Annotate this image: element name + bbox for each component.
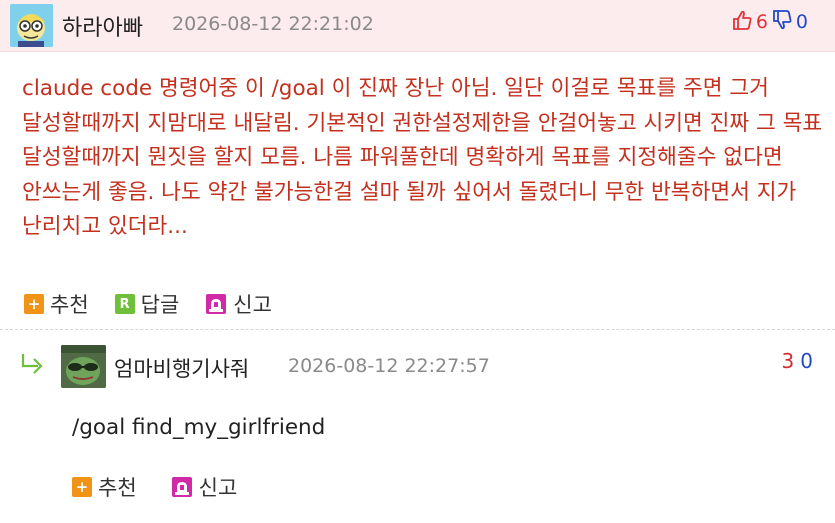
comment-header: 하라아빠 2026-08-12 22:21:02 6 0 [0,0,835,52]
avatar[interactable] [61,345,106,388]
reply-votes: 30 [782,349,813,373]
report-label: 신고 [198,476,238,500]
recommend-label: 추천 [98,476,137,500]
recommend-button[interactable]: + 추천 [72,472,137,502]
report-button[interactable]: 신고 [171,472,238,502]
reply-timestamp: 2026-08-12 22:27:57 [288,355,490,377]
comment-actions: + 추천 R 답글 신고 [24,289,298,319]
comment-body: claude code 명령어중 이 /goal 이 진짜 장난 아님. 일단 … [22,76,823,240]
reply-arrow-icon [20,352,46,378]
upvote-count: 6 [755,11,768,33]
plus-icon: + [72,477,92,497]
reply-label: 답글 [140,293,180,317]
recommend-button[interactable]: + 추천 [24,289,89,319]
thumbs-up-icon[interactable] [731,9,753,35]
reply-author[interactable]: 엄마비행기사줘 [114,353,249,383]
reply-body: /goal find_my_girlfriend [72,415,326,440]
reply-upvote-count: 3 [781,349,795,373]
thumbs-down-icon[interactable] [771,9,793,35]
reply-button[interactable]: R 답글 [114,289,180,319]
avatar[interactable] [10,4,53,47]
divider [0,329,835,330]
siren-icon [205,293,227,315]
comment-author[interactable]: 하라아빠 [62,10,143,42]
report-button[interactable]: 신고 [205,289,272,319]
reply-r-icon: R [114,294,135,314]
recommend-label: 추천 [50,293,89,317]
report-label: 신고 [233,293,272,317]
reply-downvote-count: 0 [800,349,813,373]
reply-actions: + 추천 신고 [72,472,263,502]
comment-timestamp: 2026-08-12 22:21:02 [172,13,374,35]
comment-votes: 6 0 [731,9,811,35]
siren-icon [171,476,193,498]
downvote-count: 0 [795,11,808,33]
plus-icon: + [24,294,44,314]
